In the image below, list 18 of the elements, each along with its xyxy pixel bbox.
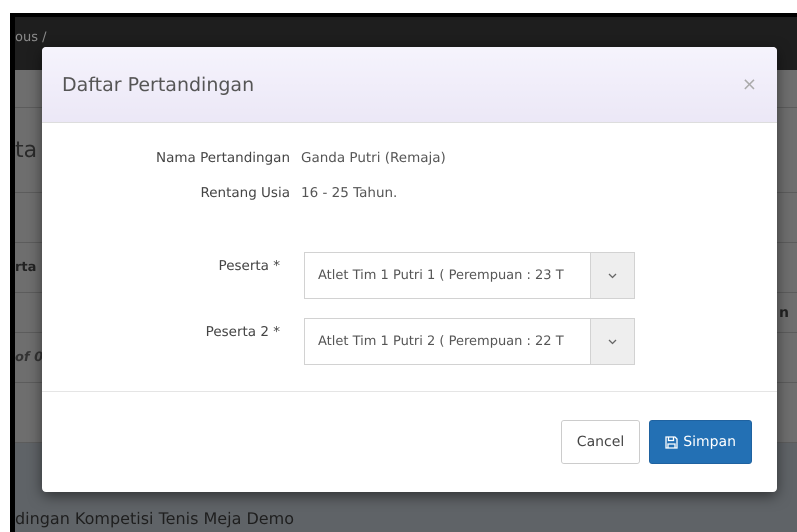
info-value: 16 - 25 Tahun. [301,185,398,201]
footer-title: dingan Kompetisi Tenis Meja Demo [15,509,294,528]
field-label: Peserta 2 * [204,323,280,340]
modal-title: Daftar Pertandingan [62,74,254,96]
info-label: Nama Pertandingan [155,150,290,166]
info-value: Ganda Putri (Remaja) [301,150,447,166]
page-heading: ta [15,138,38,162]
breadcrumb: ous / [15,30,46,45]
column-heading: rta [15,260,36,275]
select-field[interactable]: Atlet Tim 1 Putri 2 ( Perempuan : 22 T [304,318,635,365]
save-button[interactable]: Simpan [649,420,752,464]
select-field[interactable]: Atlet Tim 1 Putri 1 ( Perempuan : 23 T [304,252,635,299]
chevron-down-icon [608,272,617,278]
cancel-button[interactable]: Cancel [560,420,640,464]
info-label: Rentang Usia [199,185,290,201]
chevron-down-icon [608,338,617,344]
field-label: Peserta * [218,257,280,274]
table-text: n [779,304,789,320]
